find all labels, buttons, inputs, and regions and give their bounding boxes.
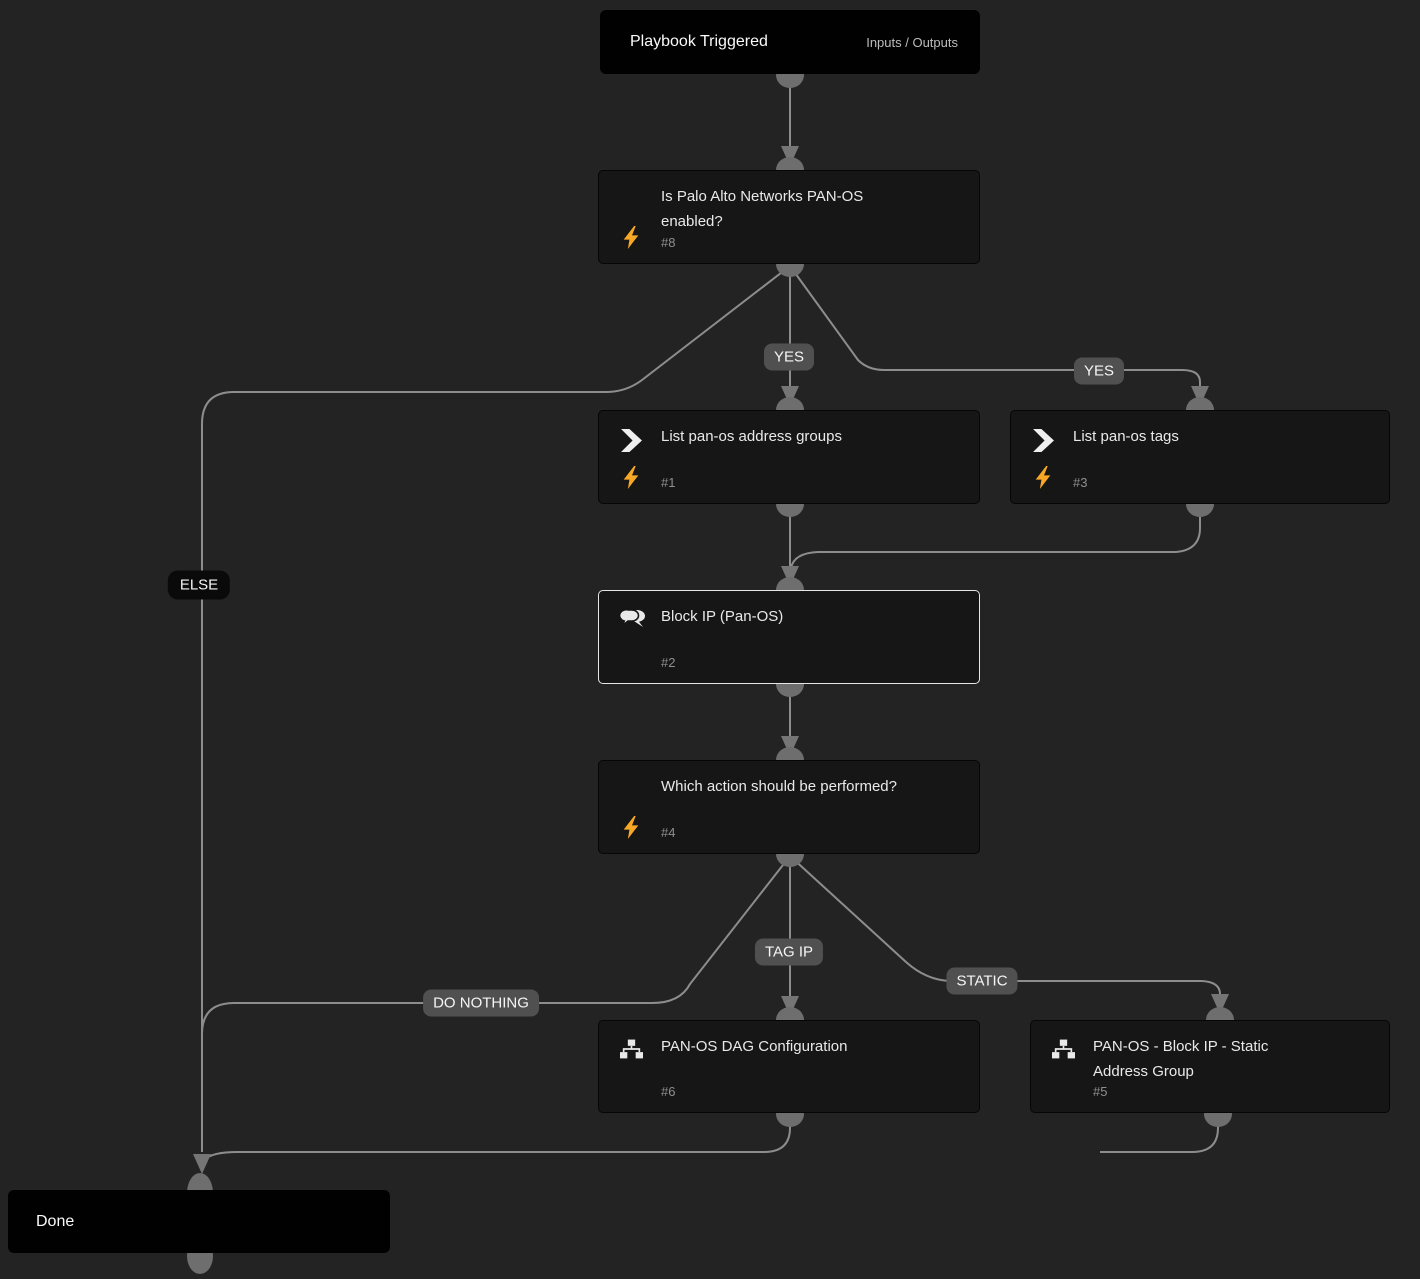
node-title: Is Palo Alto Networks PAN-OS enabled?: [661, 184, 916, 234]
node-title: PAN-OS DAG Configuration: [661, 1034, 847, 1059]
branch-label-do-nothing: DO NOTHING: [423, 990, 539, 1017]
condition-diamond-icon: [620, 779, 646, 805]
branch-label-yes: YES: [1074, 358, 1124, 385]
automation-bolt-icon: [623, 816, 641, 840]
node-title: List pan-os tags: [1073, 424, 1179, 449]
node-playbook-triggered[interactable]: Playbook Triggered Inputs / Outputs: [600, 10, 980, 74]
task-number: #2: [661, 655, 675, 670]
node-block-ip-panos[interactable]: Block IP (Pan-OS) #2: [598, 590, 980, 684]
branch-label-else: ELSE: [168, 571, 230, 600]
automation-bolt-icon: [623, 226, 641, 250]
node-condition-which-action[interactable]: Which action should be performed? #4: [598, 760, 980, 854]
task-number: #3: [1073, 475, 1087, 490]
node-title: PAN-OS - Block IP - Static Address Group: [1093, 1034, 1323, 1084]
condition-diamond-icon: [620, 189, 646, 215]
node-panos-dag-configuration[interactable]: PAN-OS DAG Configuration #6: [598, 1020, 980, 1113]
node-title: Which action should be performed?: [661, 774, 897, 799]
node-panos-block-ip-static-address-group[interactable]: PAN-OS - Block IP - Static Address Group…: [1030, 1020, 1390, 1113]
edge-8-yes-right: [790, 266, 1200, 386]
task-number: #8: [661, 235, 675, 250]
task-number: #4: [661, 825, 675, 840]
sub-playbook-sitemap-icon: [1052, 1039, 1078, 1065]
command-chevron-icon: [1032, 429, 1058, 455]
node-title: Block IP (Pan-OS): [661, 604, 783, 629]
inputs-outputs-link[interactable]: Inputs / Outputs: [866, 35, 958, 50]
command-chevron-icon: [620, 429, 646, 455]
node-list-panos-tags[interactable]: List pan-os tags #3: [1010, 410, 1390, 504]
manual-chat-icon: [620, 609, 646, 635]
node-condition-is-panos-enabled[interactable]: Is Palo Alto Networks PAN-OS enabled? #8: [598, 170, 980, 264]
node-title: List pan-os address groups: [661, 424, 842, 449]
branch-label-tag-ip: TAG IP: [755, 939, 823, 966]
automation-bolt-icon: [623, 466, 641, 490]
edge-6-to-done: [205, 1113, 790, 1160]
node-done[interactable]: Done: [8, 1190, 390, 1253]
task-number: #6: [661, 1084, 675, 1099]
node-list-panos-address-groups[interactable]: List pan-os address groups #1: [598, 410, 980, 504]
edge-3-to-2: [791, 504, 1200, 568]
node-title: Playbook Triggered: [630, 33, 768, 51]
branch-label-yes: YES: [764, 344, 814, 371]
node-title: Done: [36, 1213, 74, 1231]
task-number: #5: [1093, 1084, 1107, 1099]
sub-playbook-sitemap-icon: [620, 1039, 646, 1065]
automation-bolt-icon: [1035, 466, 1053, 490]
task-number: #1: [661, 475, 675, 490]
edge-5-to-done: [1100, 1113, 1218, 1152]
branch-label-static: STATIC: [946, 968, 1017, 995]
